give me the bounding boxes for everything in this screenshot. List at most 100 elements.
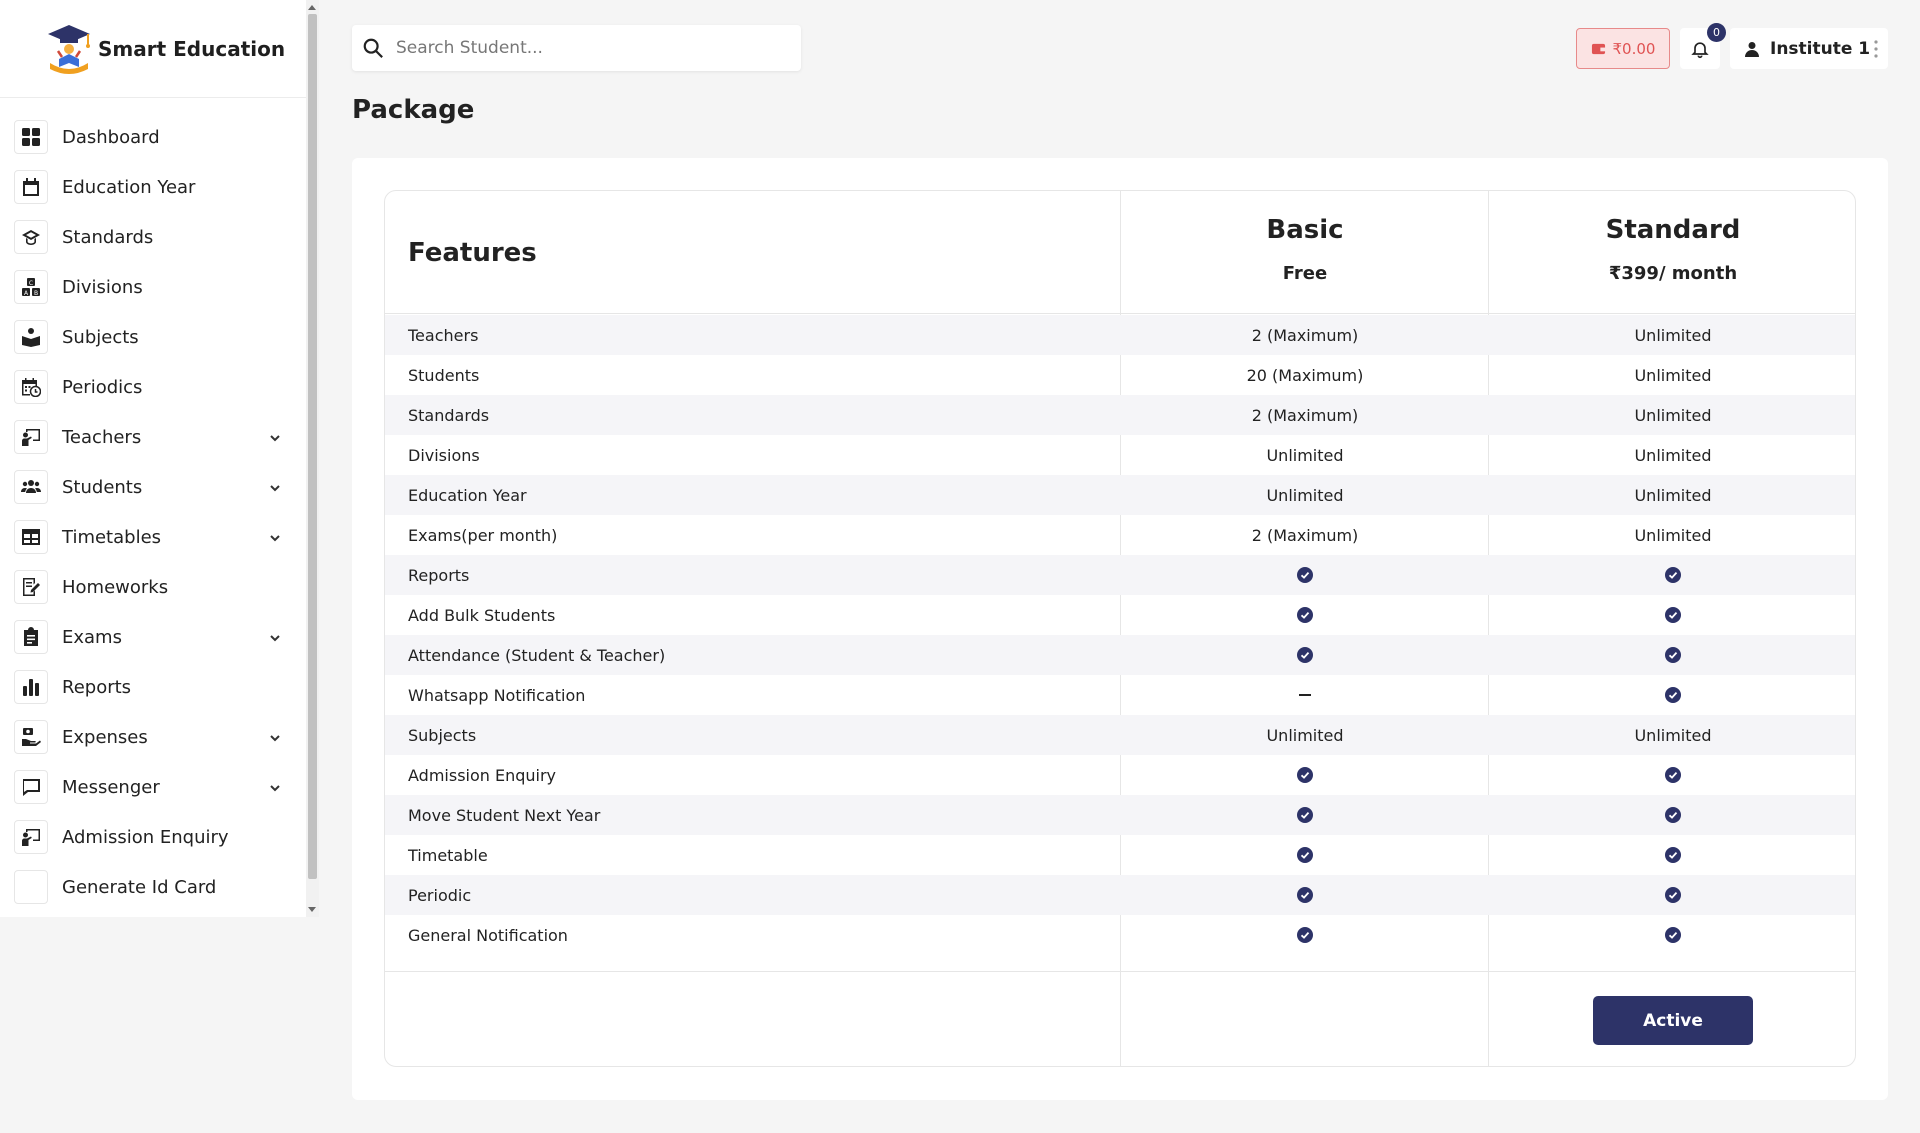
check-circle-icon — [1665, 607, 1681, 623]
chevron-down-icon[interactable] — [268, 730, 282, 744]
sidebar-item-generate-id-card[interactable]: Generate Id Card — [0, 862, 306, 912]
chevron-down-icon[interactable] — [268, 780, 282, 794]
sidebar-item-label: Homeworks — [62, 576, 169, 598]
feature-value: Unlimited — [1634, 405, 1712, 425]
feature-value: Unlimited — [1634, 525, 1712, 545]
sidebar-item-divisions[interactable]: C A B Divisions — [0, 262, 306, 312]
check-circle-icon — [1297, 607, 1313, 623]
check-circle-icon — [1665, 807, 1681, 823]
feature-name: Subjects — [408, 725, 477, 745]
sidebar-item-standards[interactable]: Standards — [0, 212, 306, 262]
chevron-down-icon[interactable] — [268, 530, 282, 544]
check-circle-icon — [1665, 767, 1681, 783]
feature-value: 20 (Maximum) — [1246, 365, 1364, 385]
sidebar-item-label: Timetables — [62, 526, 162, 548]
sidebar-item-timetables[interactable]: Timetables — [0, 512, 306, 562]
feature-name: Teachers — [408, 325, 479, 345]
table-row: Students 20 (Maximum) Unlimited — [385, 355, 1855, 395]
profile-name: Institute 1 — [1770, 38, 1871, 59]
search-box[interactable] — [352, 25, 801, 71]
calendar-icon — [14, 170, 48, 204]
sidebar-item-label: Dashboard — [62, 126, 160, 148]
svg-text:B: B — [34, 290, 38, 297]
feature-value: Unlimited — [1634, 445, 1712, 465]
feature-value: Unlimited — [1634, 485, 1712, 505]
feature-included — [1121, 875, 1489, 915]
svg-text:C: C — [29, 280, 33, 287]
check-circle-icon — [1297, 927, 1313, 943]
feature-included — [1489, 635, 1855, 675]
sidebar-item-exams[interactable]: Exams — [0, 612, 306, 662]
check-circle-icon — [1665, 687, 1681, 703]
message-icon — [14, 770, 48, 804]
feature-name: General Notification — [408, 925, 568, 945]
table-row: Move Student Next Year — [385, 795, 1855, 835]
feature-included — [1121, 795, 1489, 835]
sidebar-item-messenger[interactable]: Messenger — [0, 762, 306, 812]
brand[interactable]: Smart Education — [0, 0, 306, 98]
plan-price: Free — [1282, 263, 1328, 284]
feature-name: Timetable — [408, 845, 488, 865]
chevron-down-icon[interactable] — [268, 630, 282, 644]
table-row: Education Year Unlimited Unlimited — [385, 475, 1855, 515]
sidebar-item-admission-enquiry[interactable]: Admission Enquiry — [0, 812, 306, 862]
plan-price: ₹399/ month — [1608, 263, 1738, 284]
chalkboard-teacher-icon — [14, 420, 48, 454]
sidebar-item-homeworks[interactable]: Homeworks — [0, 562, 306, 612]
feature-not-included — [1121, 675, 1489, 715]
feature-included — [1489, 675, 1855, 715]
brand-name: Smart Education — [98, 36, 286, 61]
sidebar-item-education-year[interactable]: Education Year — [0, 162, 306, 212]
sidebar-item-label: Messenger — [62, 776, 160, 798]
plan-name: Standard — [1605, 215, 1741, 245]
plan-standard-header: Standard ₹399/ month — [1489, 215, 1855, 284]
active-plan-button[interactable]: Active — [1593, 996, 1753, 1045]
feature-value: Unlimited — [1634, 325, 1712, 345]
package-card: Features Basic Free Standard ₹399/ month… — [352, 158, 1888, 1100]
sidebar-item-reports[interactable]: Reports — [0, 662, 306, 712]
scroll-down-arrow-icon[interactable] — [308, 907, 316, 912]
scroll-thumb[interactable] — [308, 14, 317, 879]
feature-value: 2 (Maximum) — [1251, 405, 1359, 425]
page-title: Package — [352, 95, 475, 125]
sidebar-item-expenses[interactable]: Expenses — [0, 712, 306, 762]
check-circle-icon — [1665, 647, 1681, 663]
sidebar: Smart Education Dashboard Education Year S… — [0, 0, 306, 917]
more-vertical-icon[interactable] — [1874, 40, 1878, 58]
bell-icon — [1691, 41, 1709, 58]
chevron-down-icon[interactable] — [268, 480, 282, 494]
notification-count-badge: 0 — [1707, 23, 1726, 42]
notifications-button[interactable]: 0 — [1680, 23, 1726, 69]
sidebar-item-label: Standards — [62, 226, 154, 248]
feature-included — [1121, 835, 1489, 875]
wallet-button[interactable]: ₹0.00 — [1576, 28, 1670, 69]
check-circle-icon — [1297, 847, 1313, 863]
check-circle-icon — [1297, 887, 1313, 903]
sidebar-scrollbar[interactable] — [306, 0, 319, 917]
sidebar-item-periodics[interactable]: Periodics — [0, 362, 306, 412]
sidebar-nav: Dashboard Education Year Standards C A B Divis… — [0, 98, 306, 912]
feature-included — [1121, 595, 1489, 635]
sidebar-item-dashboard[interactable]: Dashboard — [0, 112, 306, 162]
sidebar-item-teachers[interactable]: Teachers — [0, 412, 306, 462]
table-row: Add Bulk Students — [385, 595, 1855, 635]
table-row: Whatsapp Notification — [385, 675, 1855, 715]
sidebar-item-label: Generate Id Card — [62, 876, 217, 898]
sidebar-item-label: Students — [62, 476, 143, 498]
sidebar-item-label: Education Year — [62, 176, 196, 198]
sidebar-item-label: Expenses — [62, 726, 148, 748]
profile-menu[interactable]: Institute 1 — [1730, 28, 1888, 69]
clipboard-icon — [14, 620, 48, 654]
wallet-amount: ₹0.00 — [1612, 39, 1656, 58]
sidebar-item-label: Exams — [62, 626, 122, 648]
pricing-table: Features Basic Free Standard ₹399/ month… — [384, 190, 1856, 1067]
feature-value: Unlimited — [1266, 445, 1344, 465]
search-input[interactable] — [396, 38, 776, 58]
blocks-icon: CAB — [14, 270, 48, 304]
sidebar-item-subjects[interactable]: Subjects — [0, 312, 306, 362]
chevron-down-icon[interactable] — [268, 430, 282, 444]
sidebar-item-label: Divisions — [62, 276, 143, 298]
feature-included — [1121, 915, 1489, 955]
scroll-up-arrow-icon[interactable] — [308, 5, 316, 10]
sidebar-item-students[interactable]: Students — [0, 462, 306, 512]
